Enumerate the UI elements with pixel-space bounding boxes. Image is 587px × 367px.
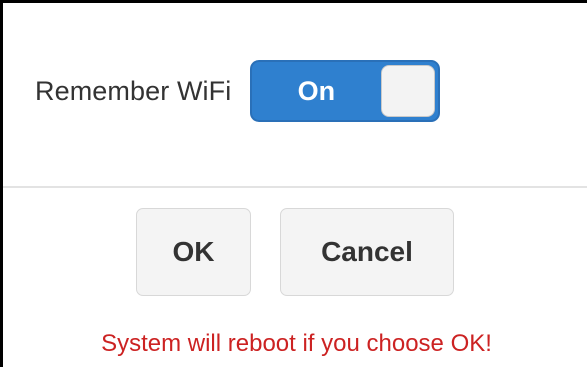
reboot-warning: System will reboot if you choose OK! [101,330,492,357]
ok-button[interactable]: OK [136,208,251,296]
divider [3,186,587,188]
remember-wifi-label: Remember WiFi [35,75,232,106]
toggle-state-label: On [297,76,336,106]
remember-wifi-toggle[interactable]: On [250,60,441,122]
cancel-button[interactable]: Cancel [280,208,454,296]
dialog: Remember WiFi On OK Cancel System will r… [0,0,587,367]
toggle-knob[interactable] [381,65,436,117]
remember-wifi-setting: Remember WiFi On [35,59,441,123]
